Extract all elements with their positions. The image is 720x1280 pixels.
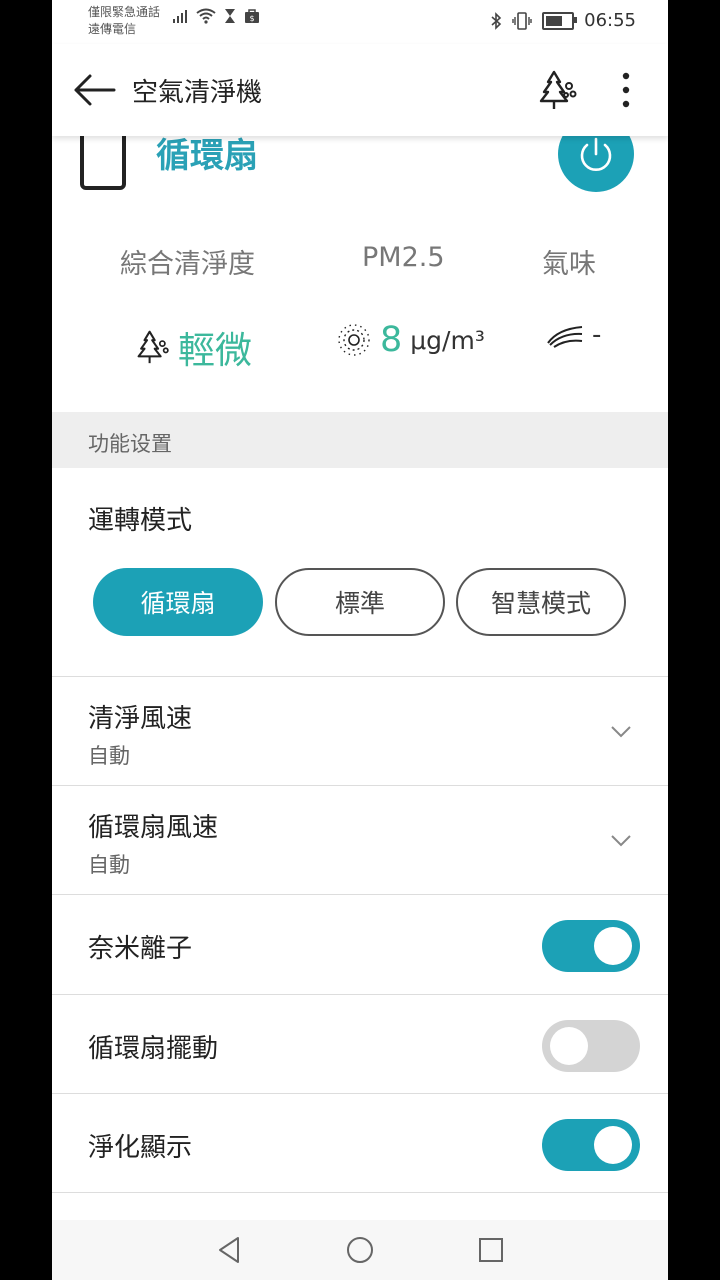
nav-recent-apps-icon[interactable] [478,1237,504,1263]
divider [52,894,668,895]
mode-option-smart[interactable]: 智慧模式 [456,568,626,636]
odor-wave-icon [547,326,583,348]
battery-icon [542,11,578,30]
divider [52,1192,668,1193]
divider [52,994,668,995]
chevron-down-icon[interactable] [610,720,632,742]
fan-speed-title: 循環扇風速 [88,813,219,843]
section-title: 功能设置 [88,432,172,456]
chevron-down-icon[interactable] [610,829,632,851]
mode-option-fan[interactable]: 循環扇 [93,568,263,636]
odor-label: 氣味 [542,249,596,280]
system-nav-bar [52,1220,668,1280]
fan-speed-value: 自動 [88,853,130,877]
vibrate-icon [512,11,532,30]
fan-swing-title: 循環扇擺動 [88,1034,219,1064]
divider [52,785,668,786]
tree-icon [137,330,169,364]
toggle-knob [550,1027,588,1065]
pm25-label: PM2.5 [362,242,445,273]
purify-display-toggle[interactable] [542,1119,640,1171]
app-screen: 僅限緊急通話 遠傳電信 $ 06:55 空氣清淨機 循環扇 綜合清淨度 PM2.… [52,0,668,1280]
purifier-device-icon [80,128,126,190]
odor-value: - [592,320,602,350]
odor-reading: - [546,320,601,350]
fan-swing-toggle[interactable] [542,1020,640,1072]
status-icons-left: $ [172,8,260,24]
clock: 06:55 [584,10,636,31]
operating-mode-title: 運轉模式 [88,506,193,536]
divider [52,676,668,677]
page-title: 空氣清淨機 [132,78,263,108]
overall-cleanliness: 輕微 [136,320,252,374]
pm25-value: 8 [380,320,403,360]
nav-home-icon[interactable] [346,1236,374,1264]
toggle-knob [594,1126,632,1164]
divider [52,1093,668,1094]
status-bar: 僅限緊急通話 遠傳電信 $ 06:55 [52,0,668,44]
carrier-line2: 遠傳電信 [88,22,137,36]
toggle-knob [594,927,632,965]
status-icons-right: 06:55 [490,10,636,31]
nano-ion-title: 奈米離子 [88,934,193,964]
nano-ion-toggle[interactable] [542,920,640,972]
tree-icon[interactable] [538,68,578,112]
carrier-line1: 僅限緊急通話 [88,5,161,19]
more-options-icon[interactable] [612,68,640,112]
wifi-icon [196,8,216,24]
svg-text:$: $ [249,14,254,23]
overall-cleanliness-label: 綜合清淨度 [120,249,255,280]
hourglass-icon [225,9,235,23]
purify-display-title: 淨化顯示 [88,1133,193,1163]
nav-back-icon[interactable] [216,1236,242,1264]
particle-icon [338,324,370,356]
app-bar: 空氣清淨機 [52,44,668,136]
pm25-reading: 8 μg/m³ [336,320,485,360]
mode-option-standard[interactable]: 標準 [275,568,445,636]
clean-speed-title: 清淨風速 [88,704,193,734]
clean-speed-value: 自動 [88,744,130,768]
signal-icon [173,10,187,23]
bluetooth-icon [491,11,502,30]
pm25-unit: μg/m³ [410,325,485,355]
section-header: 功能设置 [52,412,668,468]
shopping-bag-icon: $ [245,9,259,23]
carrier-info: 僅限緊急通話 遠傳電信 [88,4,160,38]
back-arrow-icon[interactable] [72,70,116,110]
overall-cleanliness-value: 輕微 [178,329,252,372]
